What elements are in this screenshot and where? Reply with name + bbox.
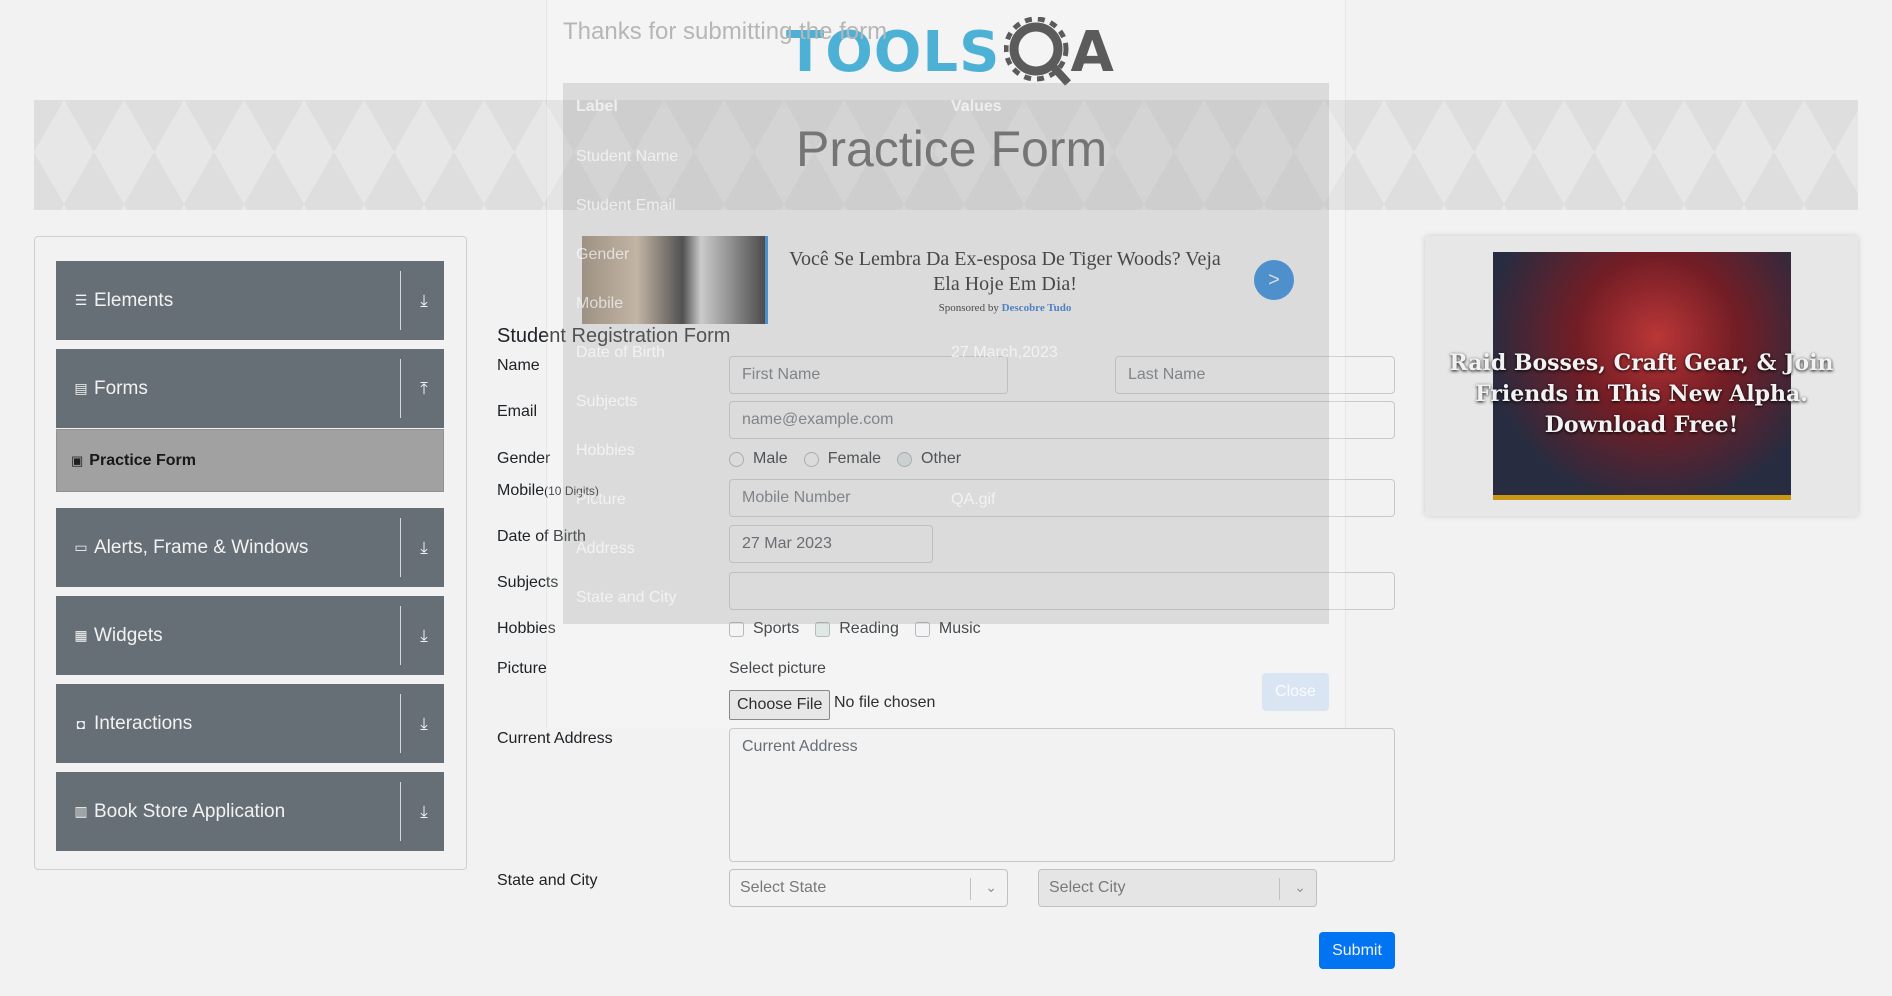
row-label: Gender bbox=[576, 246, 630, 263]
table-row: State and City bbox=[576, 589, 1316, 607]
row-label: Hobbies bbox=[576, 442, 635, 459]
modal-title: Thanks for submitting the form bbox=[563, 18, 888, 45]
table-row: Hobbies bbox=[576, 442, 1316, 460]
column-header-values: Values bbox=[951, 98, 1002, 115]
row-label: Student Name bbox=[576, 148, 679, 165]
row-label: Student Email bbox=[576, 197, 676, 214]
row-label: Subjects bbox=[576, 393, 638, 410]
row-value: QA.gif bbox=[951, 491, 996, 508]
table-row: Picture QA.gif bbox=[576, 491, 1316, 509]
row-label: State and City bbox=[576, 589, 677, 606]
row-label: Address bbox=[576, 540, 635, 557]
table-header: Label Values bbox=[576, 98, 1316, 116]
row-label: Picture bbox=[576, 491, 626, 508]
submission-table: Label Values Student Name Student Email G… bbox=[563, 83, 1329, 624]
table-row: Subjects bbox=[576, 393, 1316, 411]
table-row: Date of Birth 27 March,2023 bbox=[576, 344, 1316, 362]
table-row: Student Email bbox=[576, 197, 1316, 215]
row-label: Mobile bbox=[576, 295, 624, 312]
table-row: Mobile bbox=[576, 295, 1316, 313]
row-label: Date of Birth bbox=[576, 344, 665, 361]
column-header-label: Label bbox=[576, 98, 618, 115]
close-button[interactable]: Close bbox=[1262, 673, 1329, 711]
table-row: Gender bbox=[576, 246, 1316, 264]
table-row: Student Name bbox=[576, 148, 1316, 166]
table-row: Address bbox=[576, 540, 1316, 558]
row-value: 27 March,2023 bbox=[951, 344, 1058, 361]
